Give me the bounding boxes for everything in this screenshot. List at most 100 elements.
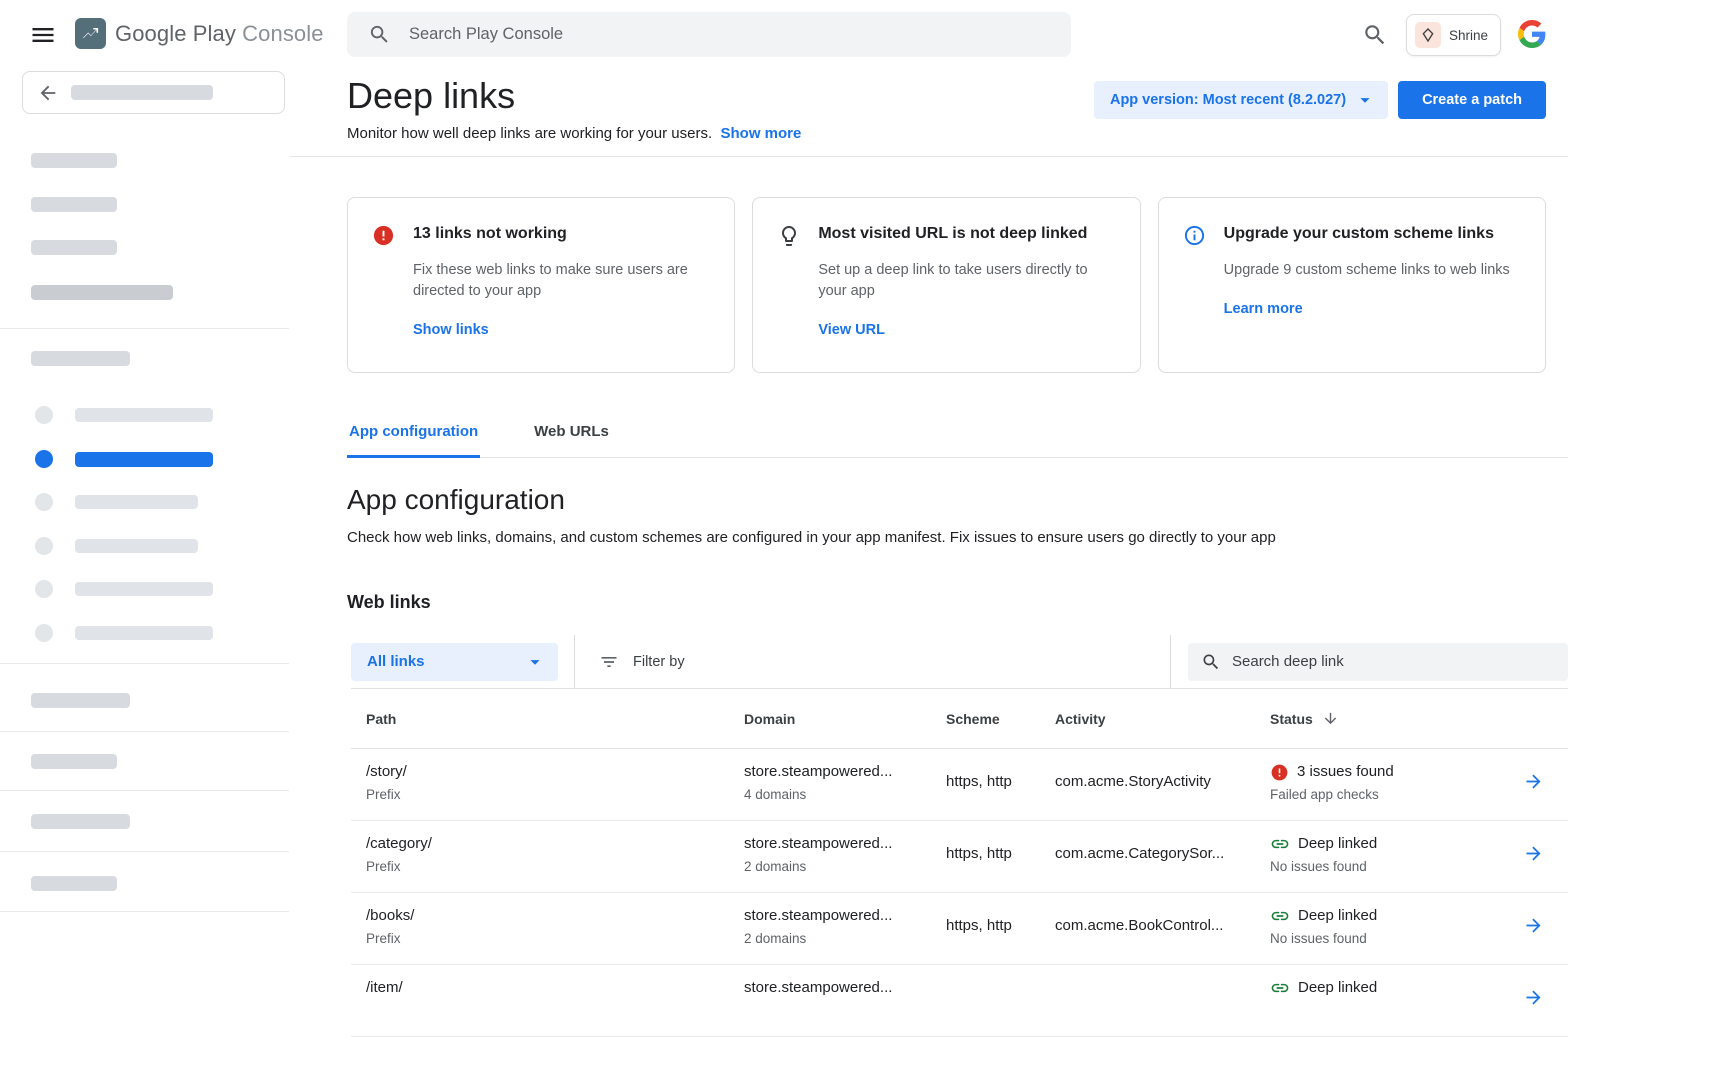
table-row[interactable]: /story/Prefix store.steampowered... 4 dom… (351, 749, 1568, 821)
menu-icon[interactable] (29, 21, 57, 49)
sidebar-divider (0, 851, 289, 852)
view-url-link[interactable]: View URL (818, 322, 885, 338)
path-value: /category/ (366, 834, 744, 854)
status-value: Deep linked (1298, 834, 1377, 854)
table-row[interactable]: /category/Prefix store.steampowered...2 … (351, 821, 1568, 893)
page-title: Deep links (347, 74, 1094, 118)
path-type: Prefix (366, 786, 744, 804)
column-header-domain: Domain (744, 711, 946, 727)
path-value: /books/ (366, 906, 744, 926)
toolbar-divider (1170, 635, 1171, 689)
path-value: /item/ (366, 978, 744, 998)
skeleton-bar (31, 351, 130, 366)
learn-more-link[interactable]: Learn more (1224, 301, 1303, 317)
scheme-value: https, http (946, 906, 1055, 964)
card-body: Set up a deep link to take users directl… (818, 260, 1108, 302)
tab-web-urls[interactable]: Web URLs (532, 419, 611, 458)
table-row[interactable]: /item/ store.steampowered... Deep linked (351, 965, 1568, 1037)
create-patch-button[interactable]: Create a patch (1398, 81, 1546, 119)
open-row-arrow-icon[interactable] (1523, 843, 1544, 864)
open-row-arrow-icon[interactable] (1523, 987, 1544, 1008)
sidebar-item[interactable] (0, 405, 289, 425)
play-console-logo-icon (75, 18, 106, 49)
sidebar-divider (0, 911, 289, 912)
chevron-down-icon (524, 651, 546, 673)
error-icon (1270, 763, 1289, 782)
links-filter-value: All links (367, 653, 425, 670)
sidebar-item-active[interactable] (0, 449, 289, 469)
deep-link-search-input[interactable] (1232, 653, 1552, 670)
open-row-arrow-icon[interactable] (1523, 915, 1544, 936)
play-console-logo-text: Google Play Console (115, 21, 324, 47)
error-icon (372, 223, 396, 347)
domain-value: store.steampowered... (744, 834, 946, 854)
skeleton-bar (75, 582, 213, 596)
links-filter-dropdown[interactable]: All links (351, 643, 558, 681)
domain-value: store.steampowered... (744, 762, 946, 782)
nav-dot-icon (35, 450, 53, 468)
toolbar-divider (574, 635, 575, 689)
nav-dot-icon (35, 493, 53, 511)
app-version-dropdown[interactable]: App version: Most recent (8.2.027) (1094, 81, 1388, 119)
card-links-not-working: 13 links not working Fix these web links… (347, 197, 735, 373)
activity-value: com.acme.CategorySor... (1055, 834, 1270, 892)
back-button[interactable] (22, 71, 285, 114)
domain-value: store.steampowered... (744, 906, 946, 926)
domain-count: 4 domains (744, 786, 946, 804)
web-links-table: All links Filter by Path Domain Scheme A… (351, 635, 1568, 1037)
column-header-status[interactable]: Status (1270, 710, 1503, 727)
filter-by-label: Filter by (633, 654, 685, 670)
sidebar-item[interactable] (0, 579, 289, 599)
skeleton-bar (75, 626, 213, 640)
path-type: Prefix (366, 858, 744, 876)
scheme-value: https, http (946, 834, 1055, 892)
table-row[interactable]: /books/Prefix store.steampowered...2 dom… (351, 893, 1568, 965)
skeleton-bar (75, 408, 213, 422)
info-icon (1183, 223, 1207, 347)
show-more-link[interactable]: Show more (721, 125, 802, 142)
play-console-logo[interactable]: Google Play Console (75, 18, 324, 49)
app-switcher-chip[interactable]: Shrine (1406, 14, 1501, 56)
card-body: Fix these web links to make sure users a… (413, 260, 703, 302)
google-account-icon[interactable] (1518, 20, 1546, 48)
domain-value: store.steampowered... (744, 978, 946, 998)
global-search[interactable] (347, 12, 1071, 57)
skeleton-bar (31, 285, 173, 300)
global-search-input[interactable] (409, 25, 1009, 44)
section-description: Check how web links, domains, and custom… (347, 529, 1546, 546)
search-icon-button[interactable] (1362, 22, 1388, 48)
main-content: Deep links App version: Most recent (8.2… (347, 70, 1546, 1037)
card-title: Upgrade your custom scheme links (1224, 223, 1510, 245)
skeleton-bar (31, 693, 130, 708)
topbar: Google Play Console Shrine (0, 0, 1728, 70)
tab-app-configuration[interactable]: App configuration (347, 419, 480, 458)
path-value: /story/ (366, 762, 744, 782)
back-arrow-icon (37, 82, 59, 104)
card-upgrade-schemes: Upgrade your custom scheme links Upgrade… (1158, 197, 1546, 373)
filter-icon (599, 652, 619, 672)
column-header-activity: Activity (1055, 711, 1270, 727)
sidebar-divider (0, 731, 289, 732)
sidebar-item[interactable] (0, 492, 289, 512)
skeleton-bar (75, 452, 213, 467)
app-switcher-label: Shrine (1449, 28, 1488, 43)
card-title: Most visited URL is not deep linked (818, 223, 1108, 245)
show-links-link[interactable]: Show links (413, 322, 489, 338)
link-icon (1270, 906, 1290, 926)
skeleton-bar (31, 814, 130, 829)
filter-by-button[interactable]: Filter by (599, 652, 685, 672)
sidebar-item[interactable] (0, 623, 289, 643)
nav-dot-icon (35, 406, 53, 424)
deep-link-search[interactable] (1188, 643, 1568, 681)
sidebar-item[interactable] (0, 536, 289, 556)
card-title: 13 links not working (413, 223, 703, 245)
column-header-path: Path (366, 711, 744, 727)
sidebar (0, 70, 289, 1080)
skeleton-bar (31, 153, 117, 168)
table-toolbar: All links Filter by (351, 635, 1568, 689)
status-value: Deep linked (1298, 906, 1377, 926)
nav-dot-icon (35, 537, 53, 555)
open-row-arrow-icon[interactable] (1523, 771, 1544, 792)
skeleton-bar (31, 197, 117, 212)
domain-count: 2 domains (744, 930, 946, 948)
